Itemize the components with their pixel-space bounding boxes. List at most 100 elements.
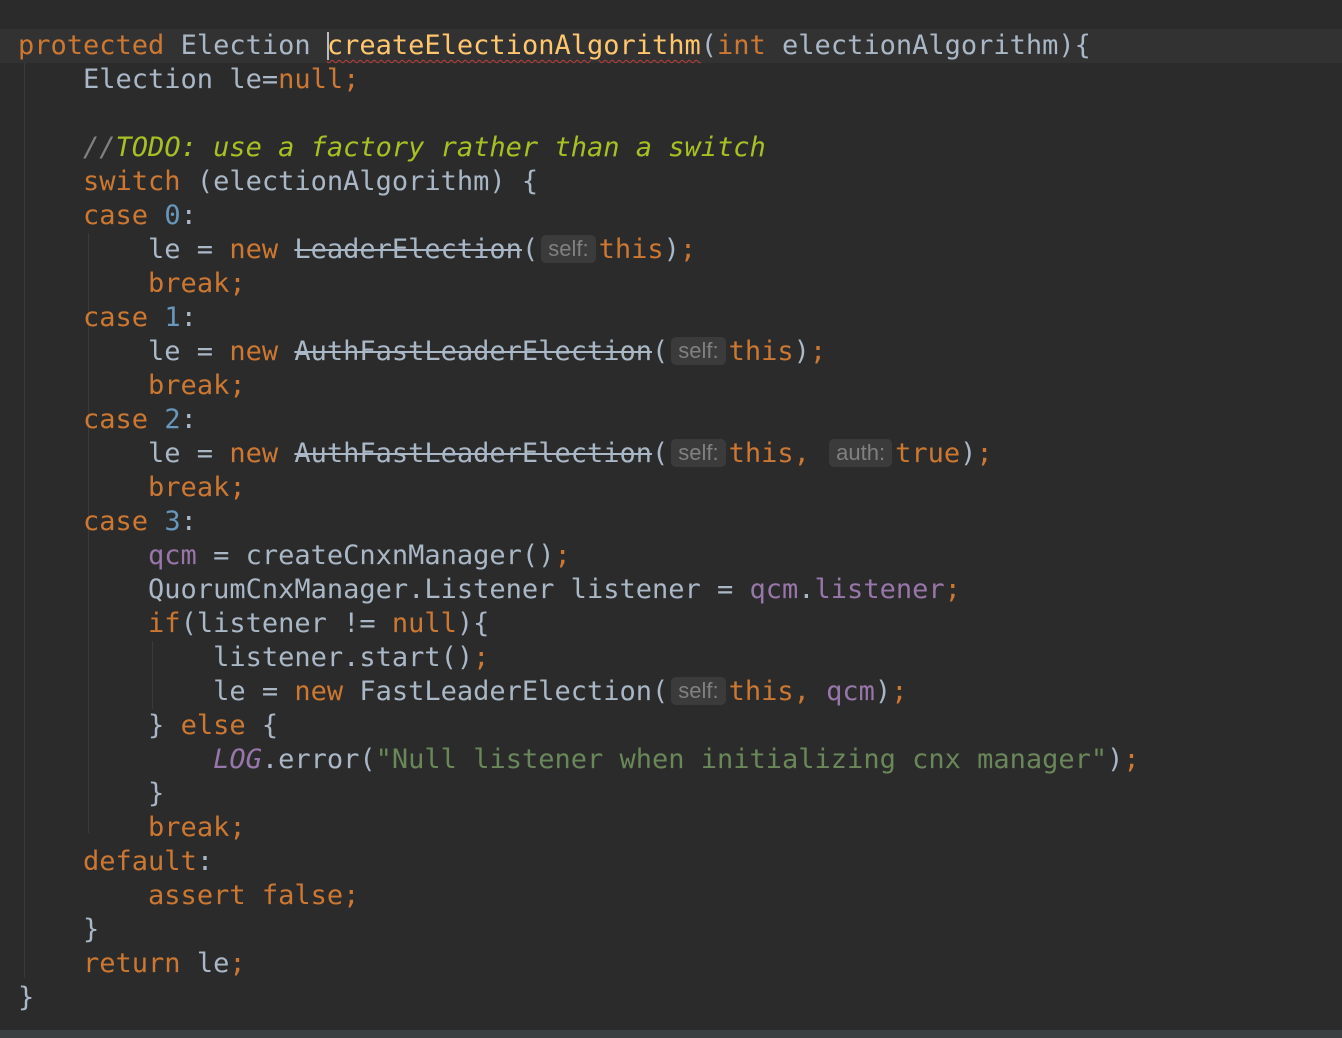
code-token: case (83, 404, 165, 435)
code-line[interactable]: le = new AuthFastLeaderElection(self: thi… (18, 437, 993, 471)
code-token: ; (343, 64, 360, 95)
code-line[interactable]: Election le=null; (18, 63, 359, 97)
code-token: ; (944, 574, 961, 605)
code-line[interactable]: case 0: (18, 199, 197, 233)
code-line[interactable]: } (18, 913, 99, 947)
code-token: : (180, 302, 197, 333)
code-token: case (83, 200, 165, 231)
code-line[interactable]: case 2: (18, 403, 197, 437)
code-token: ){ (456, 608, 490, 639)
code-token: if (148, 608, 181, 639)
code-token: ( (521, 234, 539, 265)
code-token: return (83, 948, 197, 979)
code-line[interactable]: le = new AuthFastLeaderElection(self: thi… (18, 335, 826, 369)
code-line[interactable]: } (18, 981, 34, 1015)
code-token: // (18, 132, 116, 163)
code-token: ; (229, 948, 246, 979)
code-token: ; (554, 540, 571, 571)
code-line[interactable]: break; (18, 471, 246, 505)
parameter-hint: auth: (829, 439, 893, 467)
code-token: LOG (213, 744, 262, 775)
code-token: null (278, 64, 344, 95)
code-token: break; (148, 472, 246, 503)
code-token: : (180, 506, 197, 537)
code-token: (electionAlgorithm) { (196, 166, 539, 197)
code-token: case (83, 302, 165, 333)
code-token: ) (874, 676, 892, 707)
code-line[interactable]: switch (electionAlgorithm) { (18, 165, 538, 199)
editor-bottom-edge (0, 1030, 1342, 1038)
code-line[interactable]: QuorumCnxManager.Listener listener = qcm… (18, 573, 961, 607)
code-line[interactable]: le = new FastLeaderElection(self: this, q… (18, 675, 907, 709)
code-token: ( (651, 336, 669, 367)
code-token: null (391, 608, 457, 639)
code-token: this (728, 336, 794, 367)
code-line[interactable]: break; (18, 267, 246, 301)
code-line[interactable]: } (18, 777, 164, 811)
code-token: assert false; (148, 880, 360, 911)
code-token: 0 (164, 200, 181, 231)
code-token: this (598, 234, 664, 265)
code-token: new (229, 438, 295, 469)
code-token: ) (1107, 744, 1124, 775)
code-line[interactable]: if(listener != null){ (18, 607, 489, 641)
code-token: 2 (164, 404, 181, 435)
code-token: . (798, 574, 815, 605)
code-token: qcm (148, 540, 197, 571)
parameter-hint: self: (541, 235, 596, 263)
code-line[interactable]: case 1: (18, 301, 197, 335)
code-line[interactable]: return le; (18, 947, 246, 981)
code-line[interactable]: le = new LeaderElection(self: this); (18, 233, 696, 267)
code-token: Election (180, 30, 327, 61)
code-token: true (895, 438, 961, 469)
code-line[interactable]: default: (18, 845, 213, 879)
parameter-hint: self: (671, 439, 726, 467)
code-line[interactable]: case 3: (18, 505, 197, 539)
code-line[interactable]: listener.start(); (18, 641, 489, 675)
parameter-hint: self: (671, 677, 726, 705)
code-token: = createCnxnManager() (196, 540, 555, 571)
code-token: : (180, 404, 197, 435)
code-token: electionAlgorithm){ (782, 30, 1091, 61)
code-token: 1 (164, 302, 181, 333)
code-token: 3 (164, 506, 181, 537)
code-line[interactable]: LOG.error("Null listener when initializi… (18, 743, 1140, 777)
code-token: LeaderElection (294, 234, 522, 265)
code-line[interactable]: assert false; (18, 879, 359, 913)
code-token: new (294, 676, 360, 707)
code-token: new (229, 336, 295, 367)
code-token: break; (148, 370, 246, 401)
code-token: ; (891, 676, 908, 707)
code-line[interactable]: qcm = createCnxnManager(); (18, 539, 571, 573)
code-token: { (261, 710, 279, 741)
code-line[interactable]: } else { (18, 709, 278, 743)
code-editor[interactable]: protected Election createElectionAlgorit… (0, 0, 1342, 1038)
code-token: AuthFastLeaderElection (294, 336, 652, 367)
code-token: le = (18, 438, 230, 469)
code-token: : (180, 200, 197, 231)
code-token: } (18, 710, 181, 741)
code-line[interactable]: //TODO: use a factory rather than a swit… (18, 131, 766, 165)
code-token: listener.start() (18, 642, 474, 673)
code-token: createElectionAlgorithm (326, 30, 701, 61)
code-token: } (18, 982, 35, 1013)
code-line[interactable]: protected Election createElectionAlgorit… (18, 29, 1091, 63)
code-token: break; (148, 812, 246, 843)
code-line[interactable]: break; (18, 811, 246, 845)
code-token: QuorumCnxManager.Listener listener = (18, 574, 750, 605)
code-token: ( (700, 30, 718, 61)
code-token: "Null listener when initializing cnx man… (375, 744, 1108, 775)
code-line[interactable]: break; (18, 369, 246, 403)
code-token: ) (793, 336, 810, 367)
code-token: case (83, 506, 165, 537)
code-token: ; (976, 438, 993, 469)
code-token: } (18, 778, 165, 809)
